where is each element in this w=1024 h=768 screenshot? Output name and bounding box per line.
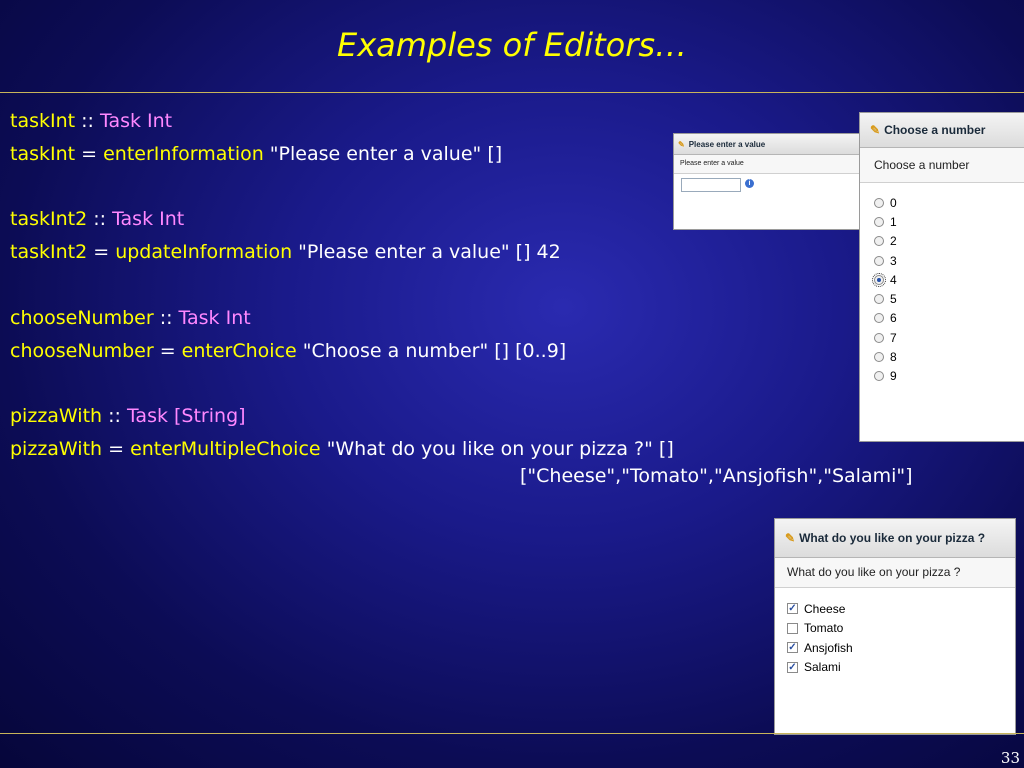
operator: :: — [87, 208, 113, 230]
type: Task Int — [112, 208, 185, 230]
checkbox-option-salami[interactable]: ✓ Salami — [787, 658, 853, 678]
pencil-icon: ✎ — [870, 123, 881, 137]
function: enterInformation — [103, 143, 264, 165]
panel-header: ✎ Please enter a value — [674, 134, 862, 155]
radio-button[interactable] — [874, 294, 884, 305]
operator: :: — [153, 307, 179, 329]
panel-title: Choose a number — [884, 123, 986, 137]
identifier: taskInt2 — [10, 241, 88, 263]
radio-button[interactable] — [874, 197, 884, 208]
panel-prompt: Choose a number — [860, 148, 1024, 183]
radio-button[interactable] — [874, 371, 884, 382]
panel-title: What do you like on your pizza ? — [799, 531, 986, 545]
operator: = — [102, 438, 131, 460]
radio-option-5[interactable]: 5 — [874, 289, 897, 308]
panel-header: ✎ Choose a number — [860, 113, 1024, 148]
identifier: taskInt2 — [10, 208, 88, 230]
operator: :: — [102, 405, 127, 427]
checkbox-checked[interactable]: ✓ — [787, 642, 798, 654]
code-line-3: taskInt2 :: Task Int — [10, 207, 184, 232]
function: enterChoice — [181, 340, 297, 362]
number-options: 0 1 2 3 4 5 6 7 8 9 — [872, 193, 897, 386]
operator: :: — [75, 110, 100, 132]
checkbox-checked[interactable]: ✓ — [787, 603, 798, 615]
checkbox-option-cheese[interactable]: ✓ Cheese — [787, 599, 853, 619]
radio-button[interactable] — [874, 332, 884, 343]
code-line-4: taskInt2 = updateInformation "Please ent… — [10, 240, 561, 265]
info-icon: i — [745, 179, 754, 188]
identifier: taskInt — [10, 143, 76, 165]
panel-prompt: Please enter a value — [674, 155, 862, 174]
radio-option-2[interactable]: 2 — [874, 232, 897, 251]
type: Task [String] — [126, 405, 246, 427]
radio-option-9[interactable]: 9 — [874, 367, 897, 386]
pencil-icon: ✎ — [785, 531, 796, 545]
radio-button[interactable] — [874, 216, 884, 227]
type: Task Int — [178, 307, 251, 329]
top-divider — [0, 92, 1024, 93]
page-number: 33 — [1000, 749, 1020, 767]
identifier: pizzaWith — [10, 405, 103, 427]
arguments: "Please enter a value" [] — [263, 143, 503, 165]
operator: = — [153, 340, 182, 362]
function: enterMultipleChoice — [130, 438, 321, 460]
radio-option-8[interactable]: 8 — [874, 347, 897, 366]
radio-button[interactable] — [874, 255, 884, 266]
pizza-panel: ✎ What do you like on your pizza ? What … — [774, 518, 1016, 735]
code-line-5: chooseNumber :: Task Int — [10, 306, 251, 331]
code-line-7: pizzaWith :: Task [String] — [10, 404, 246, 429]
identifier: taskInt — [10, 110, 76, 132]
radio-option-3[interactable]: 3 — [874, 251, 897, 270]
value-input[interactable] — [681, 178, 741, 192]
type: Task Int — [99, 110, 173, 132]
radio-button-selected[interactable] — [872, 272, 886, 287]
radio-option-0[interactable]: 0 — [874, 193, 897, 212]
radio-option-1[interactable]: 1 — [874, 212, 897, 231]
identifier: chooseNumber — [10, 307, 154, 329]
operator: = — [75, 143, 104, 165]
panel-title: Please enter a value — [688, 139, 766, 149]
code-line-1: taskInt :: Task Int — [10, 109, 172, 134]
code-line-6: chooseNumber = enterChoice "Choose a num… — [10, 339, 566, 364]
radio-option-6[interactable]: 6 — [874, 309, 897, 328]
code-line-2: taskInt = enterInformation "Please enter… — [10, 142, 502, 167]
function: updateInformation — [115, 241, 293, 263]
checkbox-option-tomato[interactable]: Tomato — [787, 619, 853, 639]
panel-header: ✎ What do you like on your pizza ? — [775, 519, 1015, 558]
enter-value-panel: ✎ Please enter a value Please enter a va… — [673, 133, 863, 230]
code-line-8: pizzaWith = enterMultipleChoice "What do… — [10, 437, 674, 462]
arguments: ["Cheese","Tomato","Ansjofish","Salami"] — [520, 465, 913, 487]
radio-button[interactable] — [874, 313, 884, 324]
checkbox-checked[interactable]: ✓ — [787, 661, 798, 673]
arguments: "Please enter a value" [] 42 — [292, 241, 561, 263]
topping-options: ✓ Cheese Tomato ✓ Ansjofish ✓ Salami — [787, 599, 853, 677]
arguments: "Choose a number" [] [0..9] — [296, 340, 567, 362]
radio-option-4[interactable]: 4 — [872, 270, 897, 289]
bottom-divider — [0, 733, 1024, 734]
arguments: "What do you like on your pizza ?" [] — [320, 438, 674, 460]
identifier: pizzaWith — [10, 438, 103, 460]
radio-button[interactable] — [874, 352, 884, 363]
radio-button[interactable] — [874, 236, 884, 247]
choose-number-panel: ✎ Choose a number Choose a number 0 1 2 … — [859, 112, 1024, 442]
slide-title: Examples of Editors… — [336, 26, 688, 64]
panel-prompt: What do you like on your pizza ? — [775, 558, 1015, 588]
operator: = — [87, 241, 116, 263]
identifier: chooseNumber — [10, 340, 154, 362]
checkbox[interactable] — [787, 622, 798, 634]
code-line-9: ["Cheese","Tomato","Ansjofish","Salami"] — [520, 464, 913, 489]
checkbox-option-ansjofish[interactable]: ✓ Ansjofish — [787, 638, 853, 658]
radio-option-7[interactable]: 7 — [874, 328, 897, 347]
pencil-icon: ✎ — [678, 139, 685, 149]
